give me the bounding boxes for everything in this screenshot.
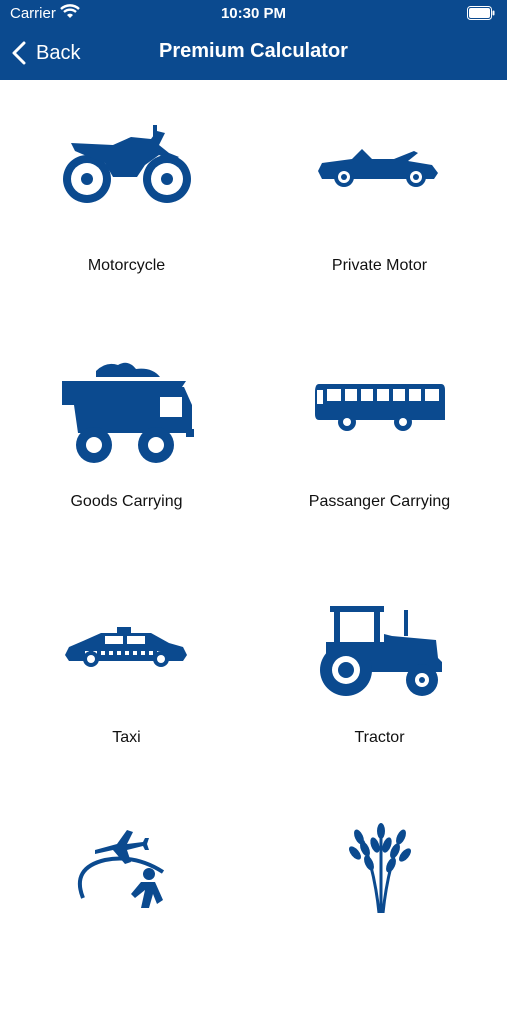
category-goods-carrying[interactable]: Goods Carrying [0,316,253,552]
bus-icon [253,341,506,471]
motorcycle-icon [0,105,253,225]
status-bar: Carrier 10:30 PM [0,0,507,28]
category-crop[interactable] [253,788,506,1024]
car-icon [253,105,506,225]
category-label: Tractor [354,729,405,746]
tractor-icon [253,592,506,712]
category-label: Motorcycle [87,257,166,274]
battery-icon [467,6,495,24]
navigation-bar: Back Premium Calculator [0,30,507,76]
category-travel[interactable] [0,788,253,1024]
category-tractor[interactable]: Tractor [253,552,506,788]
category-label: Taxi [112,729,141,746]
category-taxi[interactable]: Taxi [0,552,253,788]
top-bar: Carrier 10:30 PM Back Premium Calculator [0,0,507,80]
travel-icon [0,828,253,908]
category-label: Passanger Carrying [308,493,451,510]
taxi-icon [0,587,253,707]
category-label: Goods Carrying [70,493,183,510]
clock: 10:30 PM [220,5,287,22]
category-passanger-carrying[interactable]: Passanger Carrying [253,316,506,552]
category-private-motor[interactable]: Private Motor [253,80,506,316]
category-grid: Motorcycle Private Motor Goods Carrying … [0,80,507,913]
dump-truck-icon [0,351,253,471]
page-title: Premium Calculator [159,40,348,62]
category-label: Private Motor [331,257,428,274]
category-motorcycle[interactable]: Motorcycle [0,80,253,316]
